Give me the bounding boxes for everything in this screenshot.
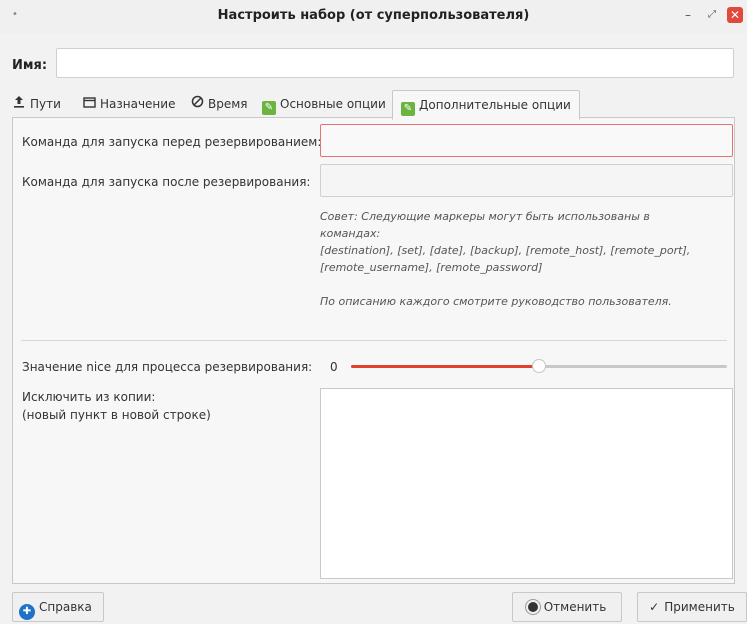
pre-backup-label: Команда для запуска перед резервирование… (22, 135, 322, 149)
nice-value: 0 (330, 360, 338, 374)
maximize-button[interactable]: ⤢ (704, 7, 720, 23)
apply-button[interactable]: ✓ Применить (637, 592, 747, 622)
markers-hint: Совет: Следующие маркеры могут быть испо… (320, 208, 700, 310)
exclude-sublabel: (новый пункт в новой строке) (22, 408, 211, 422)
tab-basic-options[interactable]: ✎ Основные опции (262, 90, 386, 118)
nice-slider-handle[interactable] (532, 359, 546, 373)
name-label: Имя: (12, 58, 48, 73)
help-button[interactable]: ✚ Справка (12, 592, 104, 622)
upload-icon (12, 90, 26, 118)
hint-manual: По описанию каждого смотрите руководство… (320, 295, 672, 308)
cancel-icon (527, 602, 538, 612)
clock-icon (190, 90, 204, 118)
cancel-button[interactable]: Отменить (512, 592, 622, 622)
tab-label: Назначение (100, 97, 176, 111)
folder-icon (82, 90, 96, 118)
nice-slider-fill (351, 365, 539, 368)
tab-paths[interactable]: Пути (12, 90, 61, 118)
name-input[interactable] (56, 48, 734, 78)
edit-icon: ✎ (262, 101, 276, 115)
tab-label: Дополнительные опции (419, 98, 571, 112)
tab-label: Основные опции (280, 97, 386, 111)
post-backup-command-field[interactable] (320, 164, 733, 197)
exclude-label: Исключить из копии: (22, 390, 156, 404)
exclude-textarea[interactable] (320, 388, 733, 579)
apply-label: Применить (664, 600, 735, 614)
advanced-options-panel: Команда для запуска перед резервирование… (12, 117, 735, 584)
close-button[interactable]: ✕ (727, 7, 743, 23)
minimize-button[interactable]: – (680, 7, 696, 23)
cancel-label: Отменить (543, 600, 607, 614)
tab-destination[interactable]: Назначение (82, 90, 175, 118)
hint-tip: Совет: Следующие маркеры могут быть испо… (320, 210, 650, 240)
tab-label: Пути (30, 97, 61, 111)
window-title: Настроить набор (от суперпользователя) (217, 8, 530, 23)
post-backup-label: Команда для запуска после резервирования… (22, 175, 311, 189)
edit-icon: ✎ (401, 102, 415, 116)
tab-label: Время (208, 97, 248, 111)
pre-backup-command-field[interactable] (320, 124, 733, 157)
nice-slider[interactable] (351, 359, 727, 373)
hint-markers: [destination], [set], [date], [backup], … (320, 244, 691, 274)
check-icon: ✓ (649, 600, 660, 614)
tab-time[interactable]: Время (190, 90, 248, 118)
tab-advanced-options[interactable]: ✎ Дополнительные опции (392, 90, 580, 120)
help-icon: ✚ (19, 604, 35, 620)
nice-label: Значение nice для процесса резервировани… (22, 360, 313, 374)
title-bar: • Настроить набор (от суперпользователя)… (0, 0, 747, 34)
help-label: Справка (39, 600, 92, 614)
divider (21, 340, 727, 341)
